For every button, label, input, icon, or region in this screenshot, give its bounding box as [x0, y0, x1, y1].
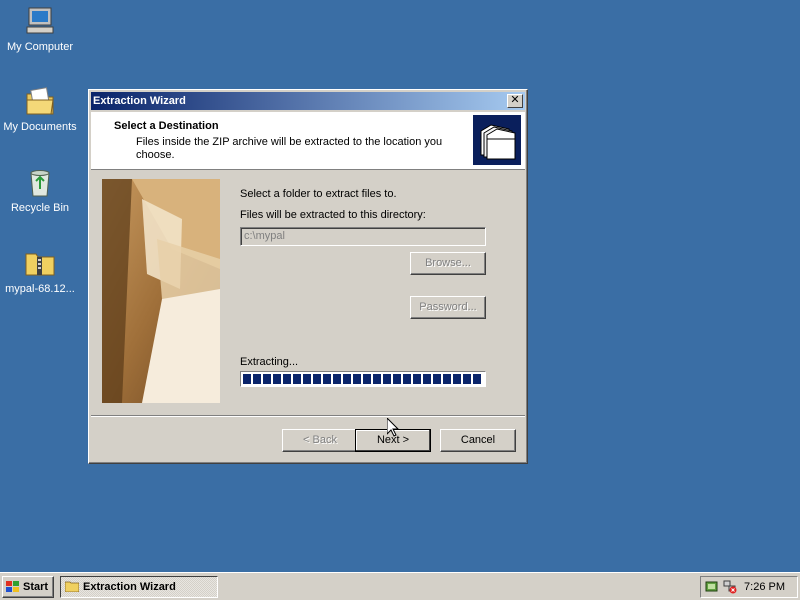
- desktop-icon-zip-folder[interactable]: mypal-68.12...: [0, 246, 80, 295]
- my-documents-icon: [26, 87, 54, 115]
- select-folder-prompt: Select a folder to extract files to.: [240, 188, 397, 200]
- desktop-icon-label: My Computer: [6, 41, 74, 53]
- progress-block: [433, 374, 441, 384]
- desktop-icon-my-computer[interactable]: My Computer: [0, 4, 80, 53]
- wizard-side-image: [102, 179, 220, 403]
- progress-block: [423, 374, 431, 384]
- zip-folder-icon: [25, 253, 55, 276]
- progress-block: [293, 374, 301, 384]
- progress-block: [283, 374, 291, 384]
- progress-block: [403, 374, 411, 384]
- progress-block: [243, 374, 251, 384]
- network-disconnected-icon[interactable]: [723, 580, 737, 594]
- extraction-progress-bar: [240, 371, 486, 387]
- folders-icon: [473, 115, 521, 165]
- window-titlebar[interactable]: Extraction Wizard ✕: [91, 92, 525, 110]
- progress-block: [253, 374, 261, 384]
- taskbar: Start Extraction Wizard 7:26 PM: [0, 572, 800, 600]
- windows-logo-icon: [6, 581, 19, 592]
- progress-block: [303, 374, 311, 384]
- system-tray: 7:26 PM: [700, 576, 798, 598]
- extract-path-field[interactable]: c:\mypal: [240, 227, 486, 246]
- button-separator: [91, 415, 525, 417]
- progress-block: [383, 374, 391, 384]
- progress-block: [463, 374, 471, 384]
- close-button[interactable]: ✕: [507, 94, 523, 108]
- progress-block: [333, 374, 341, 384]
- window-title: Extraction Wizard: [93, 95, 186, 107]
- clock[interactable]: 7:26 PM: [744, 577, 785, 597]
- header-subtitle: Files inside the ZIP archive will be ext…: [136, 136, 443, 161]
- header-title: Select a Destination: [114, 120, 219, 132]
- progress-block: [363, 374, 371, 384]
- password-button[interactable]: Password...: [410, 296, 486, 319]
- taskbar-item-extraction-wizard[interactable]: Extraction Wizard: [60, 576, 218, 598]
- progress-block: [263, 374, 271, 384]
- progress-block: [323, 374, 331, 384]
- progress-block: [373, 374, 381, 384]
- progress-block: [413, 374, 421, 384]
- desktop-icon-label: My Documents: [3, 121, 77, 133]
- wizard-header: Select a Destination Files inside the ZI…: [91, 112, 525, 170]
- progress-block: [393, 374, 401, 384]
- extracting-status: Extracting...: [240, 356, 299, 368]
- taskbar-item-label: Extraction Wizard: [83, 581, 176, 593]
- recycle-bin-icon: [30, 170, 50, 197]
- desktop-icon-label: Recycle Bin: [10, 202, 70, 214]
- directory-label: Files will be extracted to this director…: [240, 209, 426, 221]
- desktop-icon-label: mypal-68.12...: [5, 283, 75, 295]
- progress-block: [473, 374, 481, 384]
- progress-block: [453, 374, 461, 384]
- desktop-icon-recycle-bin[interactable]: Recycle Bin: [0, 165, 80, 214]
- start-label: Start: [23, 581, 49, 593]
- mouse-cursor-icon: [387, 418, 399, 437]
- back-button[interactable]: < Back: [282, 429, 358, 452]
- progress-block: [273, 374, 281, 384]
- extraction-wizard-window: Extraction Wizard ✕ Select a Destination…: [88, 89, 528, 464]
- desktop-icon-my-documents[interactable]: My Documents: [0, 84, 80, 133]
- my-computer-icon: [26, 7, 54, 34]
- cancel-button[interactable]: Cancel: [440, 429, 516, 452]
- browse-button[interactable]: Browse...: [410, 252, 486, 275]
- progress-block: [443, 374, 451, 384]
- progress-block: [353, 374, 361, 384]
- progress-block: [343, 374, 351, 384]
- folder-icon: [65, 581, 79, 592]
- tray-app-icon[interactable]: [705, 580, 719, 594]
- progress-block: [313, 374, 321, 384]
- start-button[interactable]: Start: [2, 576, 54, 598]
